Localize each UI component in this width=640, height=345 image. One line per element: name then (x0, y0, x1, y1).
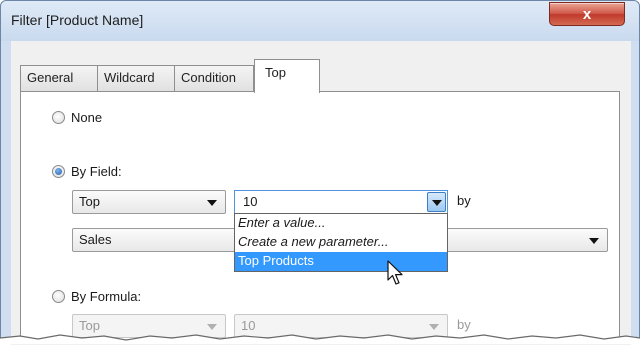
by-field-direction-select[interactable]: Top (72, 190, 226, 214)
close-button[interactable]: x (549, 2, 625, 26)
tab-condition[interactable]: Condition (174, 65, 254, 92)
by-field-count-combobox[interactable]: 10 (234, 190, 448, 214)
by-label: by (457, 193, 471, 208)
field-value: Sales (79, 232, 112, 247)
dropdown-arrow-icon (589, 238, 599, 244)
dropdown-arrow-icon[interactable] (427, 192, 446, 212)
radio-icon[interactable] (52, 165, 65, 178)
window-title: Filter [Product Name] (11, 12, 144, 28)
tab-label: General (27, 70, 74, 85)
dropdown-item-enter-value[interactable]: Enter a value... (235, 214, 447, 233)
tab-top[interactable]: Top (254, 59, 320, 93)
torn-edge-decoration (0, 334, 640, 344)
title-bar: Filter [Product Name] x (1, 1, 639, 41)
radio-icon[interactable] (52, 290, 65, 303)
radio-icon[interactable] (52, 111, 65, 124)
by-formula-label: By Formula: (71, 289, 142, 304)
none-label: None (71, 110, 103, 125)
by-field-label: By Field: (71, 164, 122, 179)
tab-general[interactable]: General (20, 65, 98, 92)
count-value: 10 (243, 194, 258, 209)
by-formula-option[interactable]: By Formula: (52, 289, 141, 304)
close-icon: x (582, 5, 592, 23)
dropdown-arrow-icon (207, 200, 217, 206)
dropdown-item-top-products[interactable]: Top Products (235, 252, 447, 271)
none-option[interactable]: None (52, 110, 102, 125)
by-field-option[interactable]: By Field: (52, 164, 122, 179)
tab-wildcard[interactable]: Wildcard (97, 65, 175, 92)
count-dropdown-list: Enter a value... Create a new parameter.… (234, 213, 448, 272)
tab-label: Condition (181, 70, 236, 85)
dropdown-item-create-parameter[interactable]: Create a new parameter... (235, 233, 447, 252)
direction-value: Top (79, 194, 100, 209)
tab-label: Top (265, 65, 286, 80)
mouse-pointer-icon (387, 260, 403, 285)
tab-label: Wildcard (104, 70, 155, 85)
